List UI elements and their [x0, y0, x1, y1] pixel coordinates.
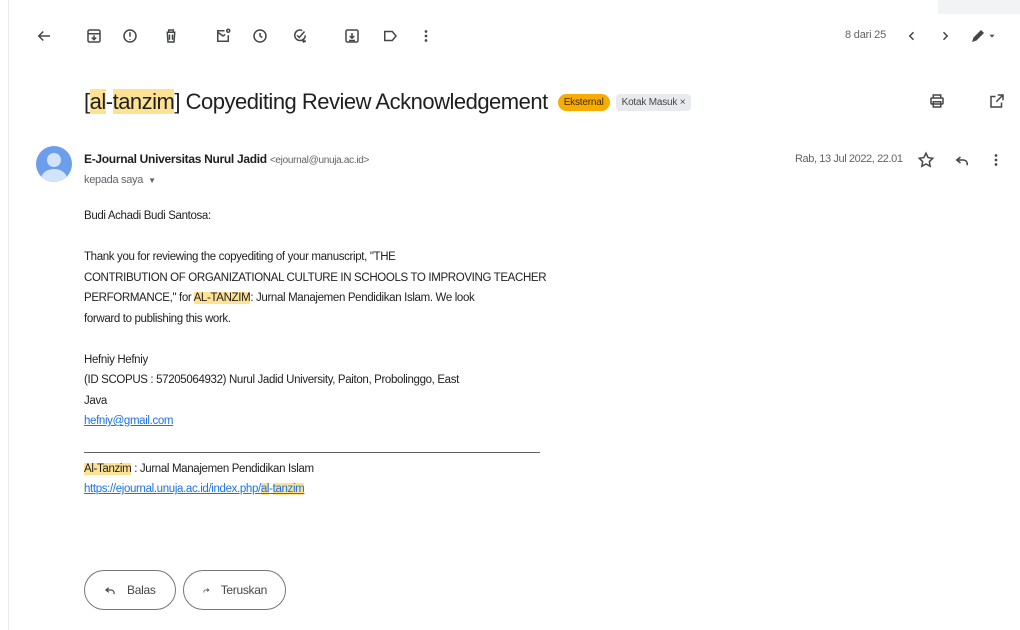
- subject-bracket: [: [84, 89, 90, 114]
- toolbar: 8 dari 25: [0, 0, 1020, 72]
- body-line: forward to publishing this work.: [84, 312, 231, 325]
- open-new-window-icon[interactable]: [986, 90, 1008, 112]
- journal-url-link[interactable]: https://ejournal.unuja.ac.id/index.php/a…: [84, 483, 305, 495]
- subject-text: ] Copyediting Review Acknowledgement: [174, 89, 548, 114]
- signature-line: (ID SCOPUS : 57205064932) Nurul Jadid Un…: [84, 374, 459, 386]
- message-more-icon[interactable]: [986, 150, 1006, 170]
- reply-label: Balas: [127, 583, 156, 597]
- report-spam-icon[interactable]: [118, 24, 142, 48]
- reply-icon: [104, 587, 115, 595]
- archive-icon[interactable]: [82, 24, 106, 48]
- forward-icon: [203, 588, 210, 593]
- sender-name[interactable]: E-Journal Universitas Nurul Jadid: [84, 152, 267, 166]
- recipient-label: kepada saya: [84, 174, 144, 186]
- move-to-icon[interactable]: [340, 24, 364, 48]
- signature-email-link[interactable]: hefniy@gmail.com: [84, 415, 174, 427]
- forward-label: Teruskan: [220, 583, 268, 597]
- next-chevron-icon[interactable]: [933, 24, 957, 48]
- star-icon[interactable]: [916, 150, 936, 170]
- body-line: CONTRIBUTION OF ORGANIZATIONAL CULTURE I…: [84, 271, 547, 284]
- body-text: PERFORMANCE," for: [84, 292, 194, 304]
- left-divider: [8, 0, 9, 630]
- sender-email: <ejournal@unuja.ac.id>: [269, 155, 370, 166]
- external-badge: Eksternal: [557, 93, 610, 111]
- body-text: : Jurnal Manajemen Pendidikan Islam. We …: [250, 292, 475, 304]
- label-icon[interactable]: [378, 24, 402, 48]
- body-line: PERFORMANCE," for AL-TANZIM: Jurnal Mana…: [84, 288, 644, 309]
- journal-highlight: Al-Tanzim: [84, 462, 132, 475]
- email-subject: [al-tanzim] Copyediting Review Acknowled…: [84, 89, 548, 115]
- body-line: Thank you for reviewing the copyediting …: [84, 251, 396, 263]
- footer-text: : Jurnal Manajemen Pendidikan Islam: [131, 462, 314, 475]
- greeting: Budi Achadi Budi Santosa:: [84, 210, 211, 222]
- journal-highlight: AL-TANZIM: [193, 292, 251, 304]
- add-task-icon[interactable]: [288, 24, 312, 48]
- subject-highlight: al: [89, 89, 106, 114]
- subject-highlight: tanzim: [112, 89, 175, 114]
- print-icon[interactable]: [926, 90, 948, 112]
- back-arrow-icon[interactable]: [32, 24, 56, 48]
- email-date: Rab, 13 Jul 2022, 22.01: [795, 153, 903, 165]
- reply-button[interactable]: Balas: [84, 570, 176, 610]
- signature-divider: [84, 451, 540, 453]
- chevron-down-icon: ▼: [148, 175, 156, 185]
- pager-count: 8 dari 25: [845, 29, 887, 41]
- signature-line: Java: [84, 394, 107, 407]
- snooze-icon[interactable]: [248, 24, 272, 48]
- email-body: Budi Achadi Budi Santosa: Thank you for …: [84, 206, 644, 500]
- inbox-label-chip[interactable]: Kotak Masuk ×: [615, 93, 692, 111]
- mark-unread-icon[interactable]: [211, 24, 235, 48]
- sender-line: E-Journal Universitas Nurul Jadid <ejour…: [84, 152, 369, 166]
- dropdown-caret-icon[interactable]: [985, 24, 999, 48]
- recipient-toggle[interactable]: kepada saya ▼: [84, 174, 156, 186]
- more-vert-icon[interactable]: [414, 24, 438, 48]
- avatar[interactable]: [36, 146, 72, 182]
- signature-name: Hefniy Hefniy: [84, 353, 148, 366]
- subject-row: [al-tanzim] Copyediting Review Acknowled…: [84, 86, 692, 118]
- footer-journal: Al-Tanzim : Jurnal Manajemen Pendidikan …: [84, 459, 644, 480]
- reply-icon[interactable]: [952, 150, 972, 170]
- delete-icon[interactable]: [159, 24, 183, 48]
- prev-chevron-icon[interactable]: [900, 24, 924, 48]
- forward-button[interactable]: Teruskan: [183, 570, 286, 610]
- subject-dash: -: [105, 89, 113, 114]
